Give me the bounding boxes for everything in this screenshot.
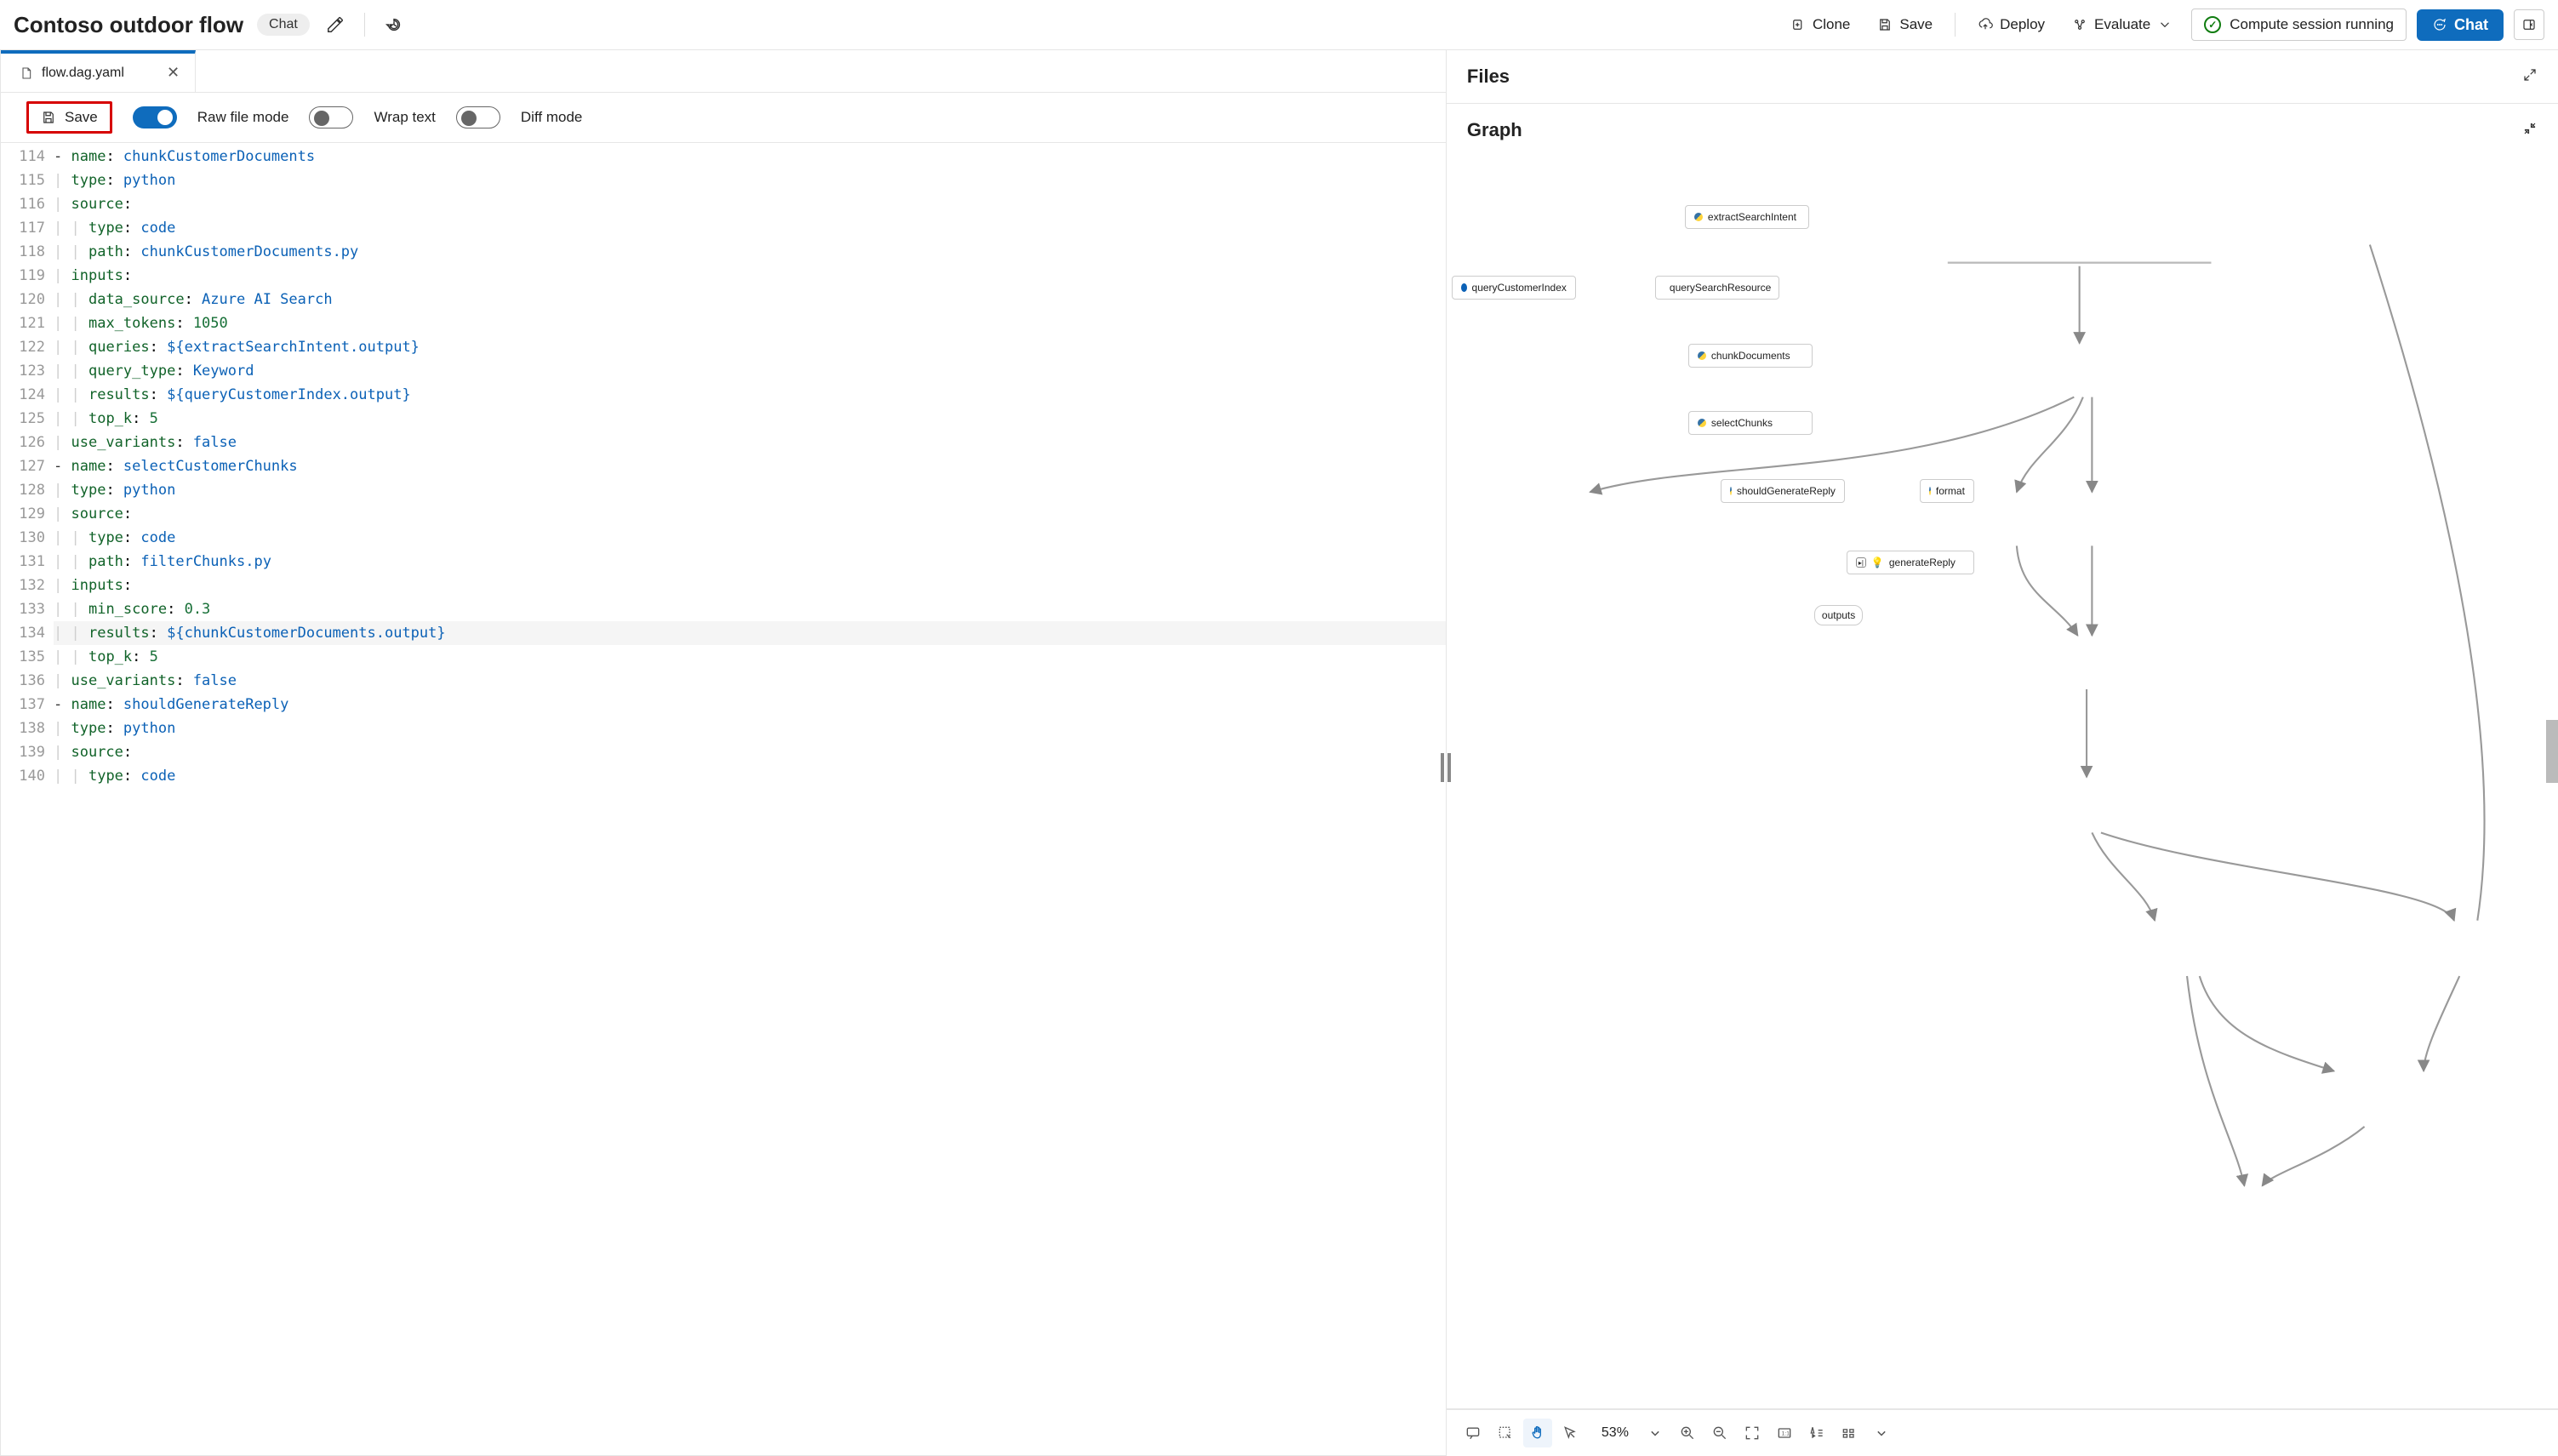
save-label: Save — [65, 109, 98, 126]
pan-tool-icon[interactable] — [1523, 1419, 1552, 1447]
wrap-text-toggle[interactable] — [309, 106, 353, 128]
code-content[interactable]: - name: chunkCustomerDocuments| type: py… — [54, 143, 1446, 1455]
zoom-dropdown-icon[interactable] — [1641, 1419, 1670, 1447]
comment-tool-icon[interactable] — [1459, 1419, 1487, 1447]
tab-filename: flow.dag.yaml — [42, 66, 124, 81]
conditional-icon: ▸| — [1856, 557, 1866, 568]
editor-tabs: flow.dag.yaml ✕ — [1, 50, 1446, 93]
code-editor[interactable]: 1141151161171181191201211221231241251261… — [1, 143, 1446, 1455]
python-icon — [1730, 487, 1732, 495]
node-query-customer-index[interactable]: queryCustomerIndex — [1452, 276, 1576, 300]
evaluate-button[interactable]: Evaluate — [2064, 11, 2181, 38]
evaluate-label: Evaluate — [2094, 16, 2150, 33]
node-outputs[interactable]: outputs — [1814, 605, 1863, 625]
python-icon — [1694, 213, 1703, 221]
node-label: shouldGenerateReply — [1737, 485, 1836, 497]
node-label: generateReply — [1889, 557, 1956, 568]
node-label: queryCustomerIndex — [1472, 282, 1567, 294]
clone-label: Clone — [1813, 16, 1850, 33]
node-label: querySearchResource — [1670, 282, 1771, 294]
save-label-header: Save — [1899, 16, 1933, 33]
collapse-icon[interactable] — [2522, 119, 2538, 141]
save-icon — [41, 110, 56, 125]
save-button[interactable]: Save — [26, 101, 112, 134]
editor-toolbar: Save Raw file mode Wrap text Diff mode — [1, 93, 1446, 143]
node-label: format — [1936, 485, 1965, 497]
python-icon — [1698, 351, 1706, 360]
files-panel-header: Files — [1447, 50, 2558, 104]
zoom-level: 53% — [1602, 1425, 1629, 1441]
diff-mode-label: Diff mode — [521, 109, 582, 126]
graph-panel-header: Graph — [1447, 104, 2558, 157]
graph-title: Graph — [1467, 119, 1522, 141]
minimap-icon[interactable] — [1835, 1419, 1864, 1447]
line-numbers: 1141151161171181191201211221231241251261… — [1, 143, 54, 1455]
node-chunk-documents[interactable]: chunkDocuments — [1688, 344, 1813, 368]
chat-label: Chat — [2454, 16, 2488, 34]
edit-icon[interactable] — [320, 9, 351, 40]
diff-mode-toggle[interactable] — [456, 106, 500, 128]
scrollbar[interactable] — [2546, 720, 2558, 783]
auto-layout-icon[interactable] — [1802, 1419, 1831, 1447]
node-generate-reply[interactable]: ▸| 💡 generateReply — [1847, 551, 1974, 574]
editor-pane: flow.dag.yaml ✕ Save Raw file mode Wrap … — [0, 50, 1447, 1456]
node-label: chunkDocuments — [1711, 350, 1790, 362]
files-title: Files — [1467, 66, 1510, 88]
flow-type-badge: Chat — [257, 14, 310, 36]
python-icon — [1929, 487, 1931, 495]
main-split: flow.dag.yaml ✕ Save Raw file mode Wrap … — [0, 50, 2558, 1456]
panel-toggle-icon[interactable] — [2514, 9, 2544, 40]
history-icon[interactable] — [379, 9, 409, 40]
chevron-down-icon — [2157, 17, 2173, 32]
node-extract-search-intent[interactable]: extractSearchIntent — [1685, 205, 1809, 229]
deploy-label: Deploy — [2000, 16, 2045, 33]
graph-toolbar: 53% 1:1 — [1447, 1409, 2558, 1456]
node-label: outputs — [1822, 609, 1855, 621]
flow-title: Contoso outdoor flow — [14, 12, 243, 38]
svg-text:1:1: 1:1 — [1782, 1431, 1790, 1437]
zoom-out-icon[interactable] — [1705, 1419, 1734, 1447]
graph-canvas[interactable]: extractSearchIntent queryCustomerIndex q… — [1447, 157, 2558, 1409]
clone-button[interactable]: Clone — [1782, 11, 1859, 38]
node-should-generate-reply[interactable]: shouldGenerateReply — [1721, 479, 1845, 503]
compute-status[interactable]: ✓ Compute session running — [2191, 9, 2407, 41]
node-label: selectChunks — [1711, 417, 1773, 429]
node-format[interactable]: format — [1920, 479, 1974, 503]
tab-flow-dag[interactable]: flow.dag.yaml ✕ — [1, 50, 196, 92]
compute-label: Compute session running — [2230, 16, 2394, 33]
more-dropdown-icon[interactable] — [1867, 1419, 1896, 1447]
check-circle-icon: ✓ — [2204, 16, 2221, 33]
node-query-search-resource[interactable]: querySearchResource — [1655, 276, 1779, 300]
page-header: Contoso outdoor flow Chat Clone Save Dep… — [0, 0, 2558, 50]
chat-button[interactable]: Chat — [2417, 9, 2504, 41]
pointer-tool-icon[interactable] — [1556, 1419, 1584, 1447]
fit-screen-icon[interactable] — [1738, 1419, 1767, 1447]
node-label: extractSearchIntent — [1708, 211, 1796, 223]
node-select-chunks[interactable]: selectChunks — [1688, 411, 1813, 435]
file-icon — [20, 66, 33, 80]
raw-mode-label: Raw file mode — [197, 109, 289, 126]
select-tool-icon[interactable] — [1491, 1419, 1520, 1447]
divider — [364, 13, 365, 37]
actual-size-icon[interactable]: 1:1 — [1770, 1419, 1799, 1447]
azure-icon — [1461, 283, 1467, 292]
divider — [1955, 13, 1956, 37]
bulb-icon: 💡 — [1871, 557, 1884, 568]
raw-mode-toggle[interactable] — [133, 106, 177, 128]
deploy-button[interactable]: Deploy — [1969, 11, 2053, 38]
python-icon — [1698, 419, 1706, 427]
close-tab-icon[interactable]: ✕ — [133, 64, 180, 82]
expand-icon[interactable] — [2522, 66, 2538, 88]
right-pane: Files Graph — [1447, 50, 2558, 1456]
save-button-header[interactable]: Save — [1869, 11, 1941, 38]
zoom-in-icon[interactable] — [1673, 1419, 1702, 1447]
wrap-text-label: Wrap text — [374, 109, 435, 126]
